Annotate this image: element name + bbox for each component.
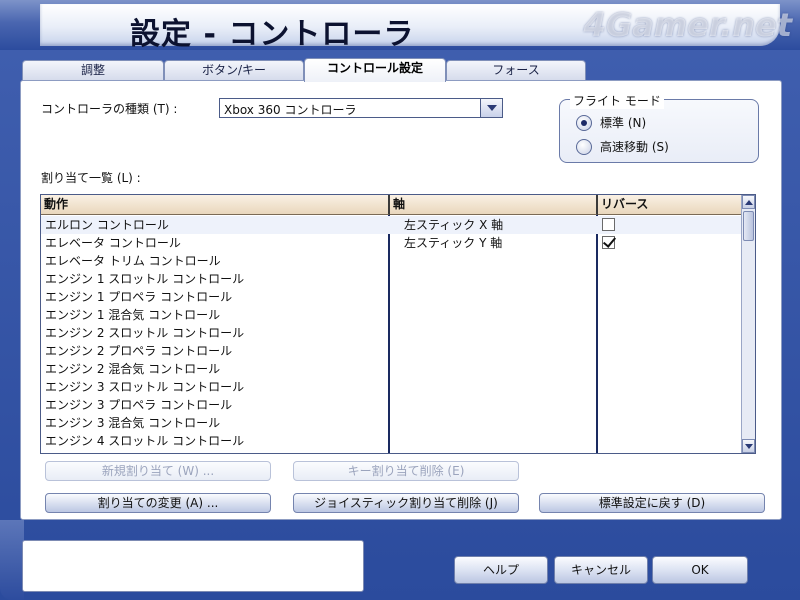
action-cell: エンジン 4 スロットル コントロール — [45, 434, 245, 448]
reverse-cell — [598, 288, 741, 306]
action-cell: エンジン 3 混合気 コントロール — [45, 416, 221, 430]
axis-cell — [390, 378, 598, 396]
flight-mode-group: フライト モード 標準 (N) 高速移動 (S) — [559, 92, 759, 163]
scroll-up-button[interactable] — [742, 195, 755, 209]
window-title: 設定 - コントローラ — [130, 17, 415, 50]
reverse-cell — [598, 216, 741, 234]
action-cell: エンジン 1 混合気 コントロール — [45, 308, 221, 322]
delete-key-assignment-button[interactable]: キー割り当て削除 (E) — [293, 461, 519, 481]
reverse-cell — [598, 414, 741, 432]
table-row[interactable]: エンジン 2 混合気 コントロール — [41, 360, 741, 378]
controller-type-value: Xbox 360 コントローラ — [224, 103, 357, 117]
table-row[interactable]: エンジン 3 プロペラ コントロール — [41, 396, 741, 414]
table-row[interactable]: エンジン 1 プロペラ コントロール — [41, 288, 741, 306]
radio-normal[interactable] — [576, 114, 592, 131]
flight-mode-normal[interactable]: 標準 (N) — [576, 114, 646, 131]
table-row[interactable]: エレベータ コントロール 左スティック Y 軸 — [41, 234, 741, 252]
axis-cell — [390, 432, 598, 450]
action-cell: エンジン 1 プロペラ コントロール — [45, 290, 233, 304]
axis-cell — [390, 342, 598, 360]
action-cell: エルロン コントロール — [45, 218, 169, 232]
column-header-action[interactable]: 動作 — [41, 195, 390, 215]
action-cell: エンジン 2 混合気 コントロール — [45, 362, 221, 376]
scroll-down-button[interactable] — [742, 439, 755, 453]
reverse-cell — [598, 342, 741, 360]
reverse-checkbox[interactable] — [602, 236, 615, 249]
description-box — [22, 540, 364, 592]
scroll-thumb[interactable] — [743, 211, 754, 241]
axis-cell — [390, 270, 598, 288]
help-button[interactable]: ヘルプ — [454, 556, 548, 584]
reverse-cell — [598, 396, 741, 414]
delete-joystick-assignment-button[interactable]: ジョイスティック割り当て削除 (J) — [293, 493, 519, 513]
reverse-checkbox[interactable] — [602, 218, 615, 231]
chevron-down-icon — [486, 105, 497, 111]
table-row[interactable]: エンジン 3 スロットル コントロール — [41, 378, 741, 396]
reverse-cell — [598, 360, 741, 378]
controller-type-label: コントローラの種類 (T) : — [41, 102, 178, 116]
axis-cell — [390, 396, 598, 414]
tab-strip: 調整 ボタン/キー コントロール設定 フォース — [22, 58, 782, 82]
table-row[interactable]: エンジン 2 プロペラ コントロール — [41, 342, 741, 360]
radio-fast[interactable] — [576, 138, 592, 155]
action-cell: エンジン 3 スロットル コントロール — [45, 380, 245, 394]
axis-cell: 左スティック X 軸 — [404, 218, 504, 232]
reverse-cell — [598, 234, 741, 252]
axis-cell — [390, 306, 598, 324]
table-row[interactable]: エンジン 2 スロットル コントロール — [41, 324, 741, 342]
tab-buttons-keys[interactable]: ボタン/キー — [164, 60, 304, 80]
axis-cell — [390, 414, 598, 432]
table-row[interactable]: エンジン 3 混合気 コントロール — [41, 414, 741, 432]
arrow-down-icon — [744, 443, 753, 449]
reset-defaults-button[interactable]: 標準設定に戻す (D) — [539, 493, 765, 513]
table-row[interactable]: エルロン コントロール 左スティック X 軸 — [41, 216, 741, 234]
tab-force[interactable]: フォース — [446, 60, 586, 80]
reverse-cell — [598, 324, 741, 342]
reverse-cell — [598, 378, 741, 396]
new-assignment-button[interactable]: 新規割り当て (W) ... — [45, 461, 271, 481]
cancel-button[interactable]: キャンセル — [554, 556, 648, 584]
action-cell: エレベータ トリム コントロール — [45, 254, 221, 268]
controller-type-select[interactable]: Xbox 360 コントローラ — [219, 98, 503, 118]
table-row[interactable]: エンジン 1 混合気 コントロール — [41, 306, 741, 324]
assignment-list-label: 割り当て一覧 (L) : — [41, 171, 141, 185]
settings-panel: コントローラの種類 (T) : Xbox 360 コントローラ フライト モード… — [20, 80, 782, 520]
flight-mode-fast[interactable]: 高速移動 (S) — [576, 138, 669, 155]
action-cell: エレベータ コントロール — [45, 236, 181, 250]
table-row[interactable]: エレベータ トリム コントロール — [41, 252, 741, 270]
watermark-logo: 4Gamer.net — [583, 6, 792, 44]
arrow-up-icon — [744, 199, 753, 205]
reverse-cell — [598, 270, 741, 288]
frame-corner — [0, 520, 24, 600]
tab-control-settings[interactable]: コントロール設定 — [304, 58, 446, 82]
table-body: エルロン コントロール 左スティック X 軸エレベータ コントロール 左スティック … — [41, 216, 741, 453]
reverse-cell — [598, 252, 741, 270]
column-header-reverse[interactable]: リバース — [598, 195, 741, 215]
reverse-cell — [598, 306, 741, 324]
title-bar: 設定 - コントローラ 4Gamer.net — [0, 0, 800, 50]
ok-button[interactable]: OK — [652, 556, 748, 584]
table-row[interactable]: エンジン 4 スロットル コントロール — [41, 432, 741, 450]
radio-normal-label: 標準 (N) — [600, 116, 647, 130]
column-header-axis[interactable]: 軸 — [390, 195, 598, 215]
action-cell: エンジン 2 プロペラ コントロール — [45, 344, 233, 358]
axis-cell — [390, 324, 598, 342]
action-cell: エンジン 2 スロットル コントロール — [45, 326, 245, 340]
dropdown-button[interactable] — [480, 99, 502, 117]
axis-cell — [390, 288, 598, 306]
action-cell: エンジン 1 スロットル コントロール — [45, 272, 245, 286]
change-assignment-button[interactable]: 割り当ての変更 (A) ... — [45, 493, 271, 513]
reverse-cell — [598, 432, 741, 450]
radio-fast-label: 高速移動 (S) — [600, 140, 669, 154]
axis-cell — [390, 252, 598, 270]
flight-mode-title: フライト モード — [570, 92, 664, 109]
table-scrollbar[interactable] — [741, 195, 755, 453]
table-header: 動作 軸 リバース — [41, 195, 741, 215]
axis-cell: 左スティック Y 軸 — [404, 236, 503, 250]
action-cell: エンジン 3 プロペラ コントロール — [45, 398, 233, 412]
tab-calibration[interactable]: 調整 — [22, 60, 164, 80]
assignment-table: 動作 軸 リバース エルロン コントロール 左スティック X 軸エレベータ コント… — [40, 194, 756, 454]
axis-cell — [390, 360, 598, 378]
table-row[interactable]: エンジン 1 スロットル コントロール — [41, 270, 741, 288]
